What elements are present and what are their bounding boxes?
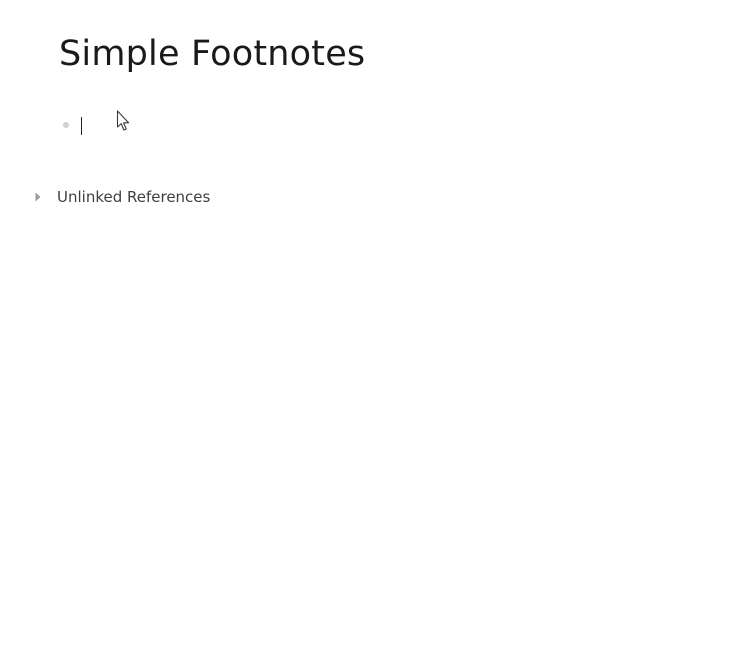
block-editor[interactable] (81, 116, 481, 136)
caret-right-icon[interactable] (30, 187, 46, 207)
mouse-pointer-icon (116, 110, 130, 131)
block-row (56, 112, 696, 138)
unlinked-references-section[interactable]: Unlinked References (30, 186, 210, 208)
bullet-dot-icon[interactable] (63, 122, 69, 128)
unlinked-references-label[interactable]: Unlinked References (57, 188, 210, 206)
text-caret (81, 117, 82, 135)
page-title[interactable]: Simple Footnotes (59, 32, 365, 76)
